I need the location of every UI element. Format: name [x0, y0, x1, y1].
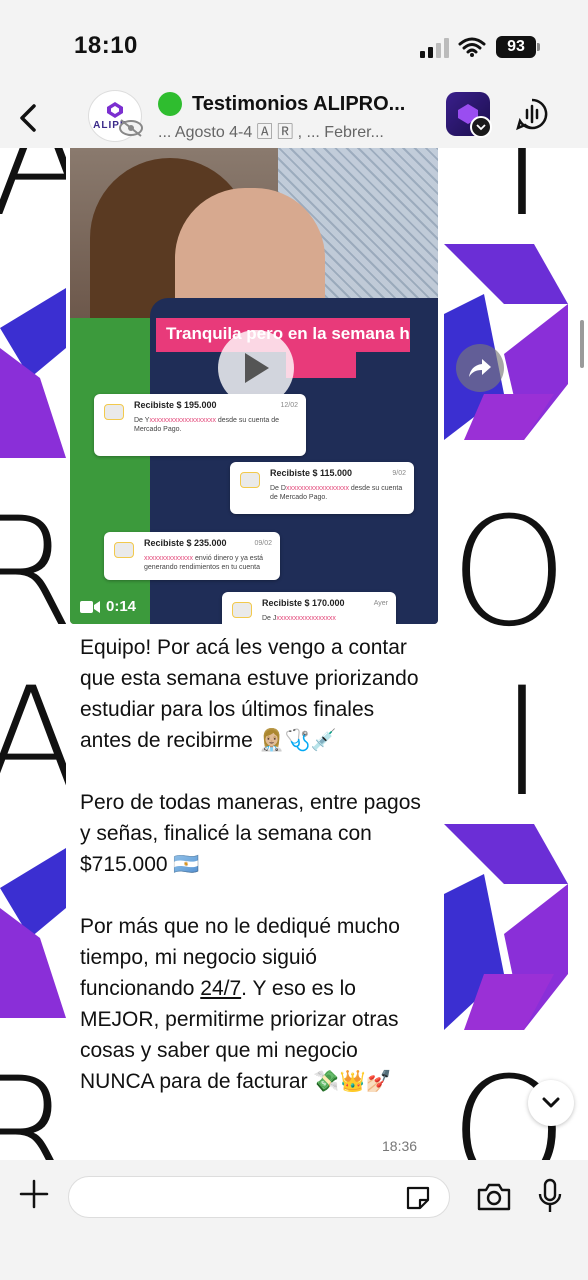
- notification-date: 12/02: [280, 402, 298, 409]
- green-circle-icon: [158, 92, 182, 116]
- chat-title-text: Testimonios ALIPRO...: [192, 92, 406, 115]
- mercado-pago-icon: [114, 542, 134, 558]
- cellular-signal-icon: [420, 38, 449, 58]
- payment-notification: Recibiste $ 195.000 12/02 De Yxxxxxxxxxx…: [94, 394, 306, 456]
- chevron-left-icon: [20, 104, 36, 132]
- message-paragraph: Equipo! Por acá les vengo a contar que e…: [80, 636, 425, 752]
- video-camera-icon: [80, 600, 100, 613]
- plus-icon: [19, 1179, 49, 1209]
- wallpaper-letter: I: [500, 656, 545, 830]
- notification-title: Recibiste $ 115.000: [270, 468, 353, 478]
- battery-tip: [537, 43, 540, 51]
- notification-date: Ayer: [373, 600, 388, 607]
- camera-icon: [477, 1183, 511, 1211]
- video-duration-text: 0:14: [106, 598, 137, 615]
- sticker-icon[interactable]: [404, 1184, 432, 1212]
- back-button[interactable]: [8, 96, 48, 140]
- message-input-bar: [0, 1160, 588, 1280]
- notification-body: De Yxxxxxxxxxxxxxxxxxxx desde su cuenta …: [134, 417, 279, 434]
- message-input[interactable]: [68, 1176, 450, 1218]
- play-button[interactable]: [218, 330, 294, 406]
- message-timestamp: 18:36: [382, 1138, 418, 1154]
- notification-title: Recibiste $ 235.000: [144, 538, 227, 548]
- wallpaper-logo-icon: [0, 288, 66, 458]
- forward-arrow-icon: [469, 359, 491, 377]
- mercado-pago-icon: [232, 602, 252, 618]
- forward-button[interactable]: [456, 344, 504, 392]
- payment-notification: Recibiste $ 170.000 Ayer De Jxxxxxxxxxxx…: [222, 592, 396, 624]
- wallpaper-letter: O: [450, 486, 569, 660]
- notification-body: De Jxxxxxxxxxxxxxxxxx: [262, 615, 336, 622]
- scroll-to-bottom-button[interactable]: [528, 1080, 574, 1126]
- scrollbar[interactable]: [580, 320, 584, 368]
- battery-indicator: 93: [496, 36, 536, 58]
- chat-subtitle: ... Agosto 4-4 🄰 🅁 , ... Febrer...: [158, 124, 384, 141]
- notification-body: De Dxxxxxxxxxxxxxxxxxx desde su cuenta d…: [270, 485, 403, 502]
- battery-level: 93: [507, 38, 525, 55]
- wallpaper-letter: R: [0, 1046, 75, 1160]
- payment-notification: Recibiste $ 235.000 09/02 xxxxxxxxxxxxxx…: [104, 532, 280, 580]
- microphone-button[interactable]: [532, 1176, 568, 1216]
- voice-chat-button[interactable]: [512, 94, 552, 134]
- play-icon: [245, 353, 269, 383]
- video-caption-flag: [286, 352, 356, 378]
- notification-body: xxxxxxxxxxxxxx envió dinero y ya está ge…: [144, 555, 264, 572]
- payment-notification: Recibiste $ 115.000 9/02 De Dxxxxxxxxxxx…: [230, 462, 414, 514]
- attach-button[interactable]: [14, 1174, 54, 1214]
- voice-chat-icon: [516, 98, 548, 131]
- mercado-pago-icon: [240, 472, 260, 488]
- message-link[interactable]: 24/7: [200, 977, 241, 1000]
- eye-off-icon: [119, 119, 143, 137]
- wallpaper-logo-icon: [444, 824, 568, 1030]
- status-bar: 18:10 93: [0, 0, 588, 90]
- wallpaper-logo-icon: [444, 244, 568, 440]
- message-paragraph: Por más que no le dediqué mucho tiempo, …: [80, 915, 406, 1093]
- status-time: 18:10: [74, 32, 138, 59]
- message-bubble[interactable]: Tranquila pero en la semana hice Recibis…: [66, 148, 444, 1160]
- wallpaper-letter: R: [0, 486, 75, 660]
- notification-date: 09/02: [254, 540, 272, 547]
- alipro-logo-icon: [107, 101, 123, 118]
- chevron-down-badge-icon: [470, 116, 492, 138]
- camera-button[interactable]: [474, 1178, 514, 1216]
- mercado-pago-icon: [104, 404, 124, 420]
- video-message[interactable]: Tranquila pero en la semana hice Recibis…: [70, 148, 438, 624]
- wifi-icon: [458, 37, 486, 57]
- message-paragraph: Pero de todas maneras, entre pagos y señ…: [80, 791, 427, 876]
- wallpaper-letter: I: [500, 148, 545, 250]
- chat-header: ALIPRO Testimonios ALIPRO... ... Agosto …: [0, 90, 588, 148]
- video-duration: 0:14: [80, 598, 136, 615]
- notification-date: 9/02: [392, 470, 406, 477]
- wallpaper-logo-icon: [0, 848, 66, 1018]
- message-text: Equipo! Por acá les vengo a contar que e…: [80, 632, 430, 1097]
- chevron-down-icon: [542, 1097, 560, 1108]
- microphone-icon: [538, 1178, 562, 1212]
- chat-title[interactable]: Testimonios ALIPRO...: [158, 92, 438, 116]
- notification-title: Recibiste $ 170.000: [262, 598, 345, 608]
